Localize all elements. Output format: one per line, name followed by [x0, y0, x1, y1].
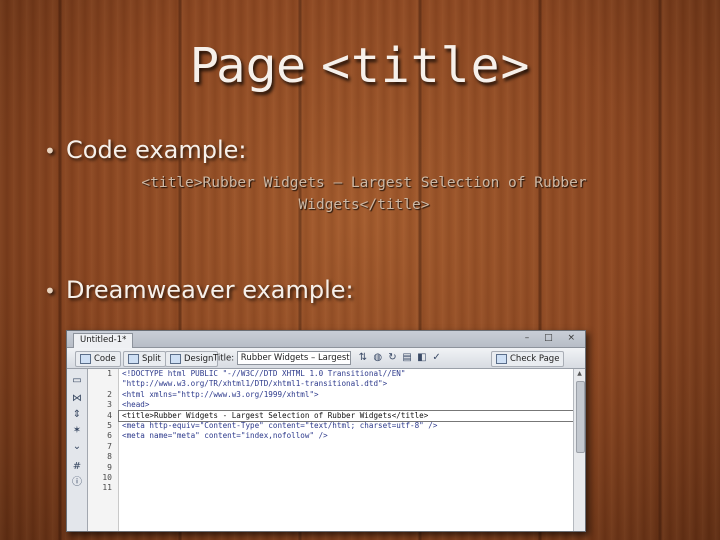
line-number: 8: [107, 452, 112, 462]
split-view-label: Split: [142, 354, 161, 364]
line-number: 2: [107, 389, 112, 399]
code-line[interactable]: <!DOCTYPE html PUBLIC "-//W3C//DTD XHTML…: [119, 369, 573, 379]
preview-in-browser-icon[interactable]: ◍: [372, 352, 384, 364]
bullet-dreamweaver-example-label: Dreamweaver example:: [66, 276, 354, 304]
vertical-scrollbar[interactable]: ▲: [573, 369, 585, 531]
dreamweaver-window: Untitled-1* – □ × Code Split Design Titl…: [66, 330, 586, 532]
view-options-icon[interactable]: ▤: [401, 352, 413, 364]
collapse-selection-icon[interactable]: ⇕: [71, 409, 83, 421]
expand-all-icon[interactable]: ✶: [71, 425, 83, 437]
page-title-input[interactable]: Rubber Widgets – Largest Sel: [236, 351, 351, 365]
slide-title-word: Page: [189, 38, 306, 94]
line-number: 10: [102, 472, 112, 482]
select-parent-tag-icon[interactable]: ⌄: [71, 441, 83, 453]
line-number: 3: [107, 400, 112, 410]
bullet-dreamweaver-example: • Dreamweaver example:: [44, 276, 354, 304]
collapse-tag-icon[interactable]: ⋈: [71, 393, 83, 405]
code-view-icon: [80, 353, 91, 364]
code-line[interactable]: [119, 442, 573, 452]
code-line[interactable]: <meta name="meta" content="index,nofollo…: [119, 431, 573, 441]
line-number: 5: [107, 420, 112, 430]
code-line[interactable]: [119, 473, 573, 483]
slide-title-tag: <title>: [321, 38, 531, 94]
visual-aids-icon[interactable]: ◧: [416, 352, 428, 364]
scroll-up-arrow-icon[interactable]: ▲: [574, 369, 585, 379]
page-title-control: Title: Rubber Widgets – Largest Sel: [213, 351, 351, 365]
refresh-icon[interactable]: ↻: [386, 352, 398, 364]
code-line[interactable]: [119, 463, 573, 473]
code-line[interactable]: "http://www.w3.org/TR/xhtml1/DTD/xhtml1-…: [119, 379, 573, 389]
file-management-icon[interactable]: ⇅: [357, 352, 369, 364]
code-editor[interactable]: <!DOCTYPE html PUBLIC "-//W3C//DTD XHTML…: [118, 369, 574, 531]
window-control-buttons[interactable]: – □ ×: [525, 333, 581, 343]
document-tab[interactable]: Untitled-1*: [73, 333, 134, 348]
open-documents-icon[interactable]: ▭: [71, 375, 83, 387]
split-view-icon: [128, 353, 139, 364]
line-number: [88, 379, 118, 389]
validate-markup-icon[interactable]: ✓: [431, 352, 443, 364]
code-line[interactable]: [119, 483, 573, 493]
line-number: 1: [107, 369, 112, 378]
code-line[interactable]: <meta http-equiv="Content-Type" content=…: [119, 421, 573, 431]
bullet-glyph: •: [44, 139, 56, 163]
code-line[interactable]: [119, 452, 573, 462]
design-view-label: Design: [184, 354, 214, 364]
slide-title: Page <title>: [0, 36, 720, 96]
code-line-title-highlighted[interactable]: <title>Rubber Widgets - Largest Selectio…: [118, 409, 574, 422]
code-view-label: Code: [94, 354, 116, 364]
bullet-code-example: • Code example:: [44, 136, 246, 164]
line-numbers-icon[interactable]: #: [71, 461, 83, 473]
design-view-button[interactable]: Design: [165, 351, 219, 367]
document-toolbar: Code Split Design Title: Rubber Widgets …: [67, 348, 585, 369]
line-number-gutter: 1 2 3 4 5 6 7 8 9 10 11: [88, 369, 119, 531]
code-example-line-2: Widgets</title>: [298, 197, 430, 213]
line-number: 11: [102, 483, 112, 493]
bullet-glyph: •: [44, 279, 56, 303]
code-view-area: ▭ ⋈ ⇕ ✶ ⌄ # ⓘ 1 2 3 4 5 6 7 8 9 10 11 <!DOCTYPE ht…: [67, 369, 585, 531]
design-view-icon: [170, 353, 181, 364]
coding-toolbar: ▭ ⋈ ⇕ ✶ ⌄ # ⓘ: [67, 369, 88, 531]
line-number: 9: [107, 462, 112, 472]
line-number: 7: [107, 441, 112, 451]
bullet-code-example-label: Code example:: [66, 136, 247, 164]
highlight-invalid-code-icon[interactable]: ⓘ: [71, 477, 83, 489]
code-line[interactable]: <html xmlns="http://www.w3.org/1999/xhtm…: [119, 390, 573, 400]
check-page-button[interactable]: Check Page: [491, 351, 565, 367]
document-tab-bar: Untitled-1* – □ ×: [67, 331, 585, 348]
code-view-button[interactable]: Code: [75, 351, 121, 367]
page-title-label: Title:: [213, 353, 235, 364]
line-number: 4: [107, 410, 112, 420]
code-example-line-1: <title>Rubber Widgets – Largest Selectio…: [141, 175, 587, 191]
check-page-icon: [496, 353, 507, 364]
code-line[interactable]: <head>: [119, 400, 573, 410]
line-number: 6: [107, 431, 112, 441]
check-page-label: Check Page: [510, 354, 560, 364]
split-view-button[interactable]: Split: [123, 351, 166, 367]
code-example-block: <title>Rubber Widgets – Largest Selectio…: [84, 172, 644, 216]
scrollbar-thumb[interactable]: [576, 381, 585, 453]
toolbar-icon-group: ⇅ ◍ ↻ ▤ ◧ ✓: [357, 351, 443, 365]
